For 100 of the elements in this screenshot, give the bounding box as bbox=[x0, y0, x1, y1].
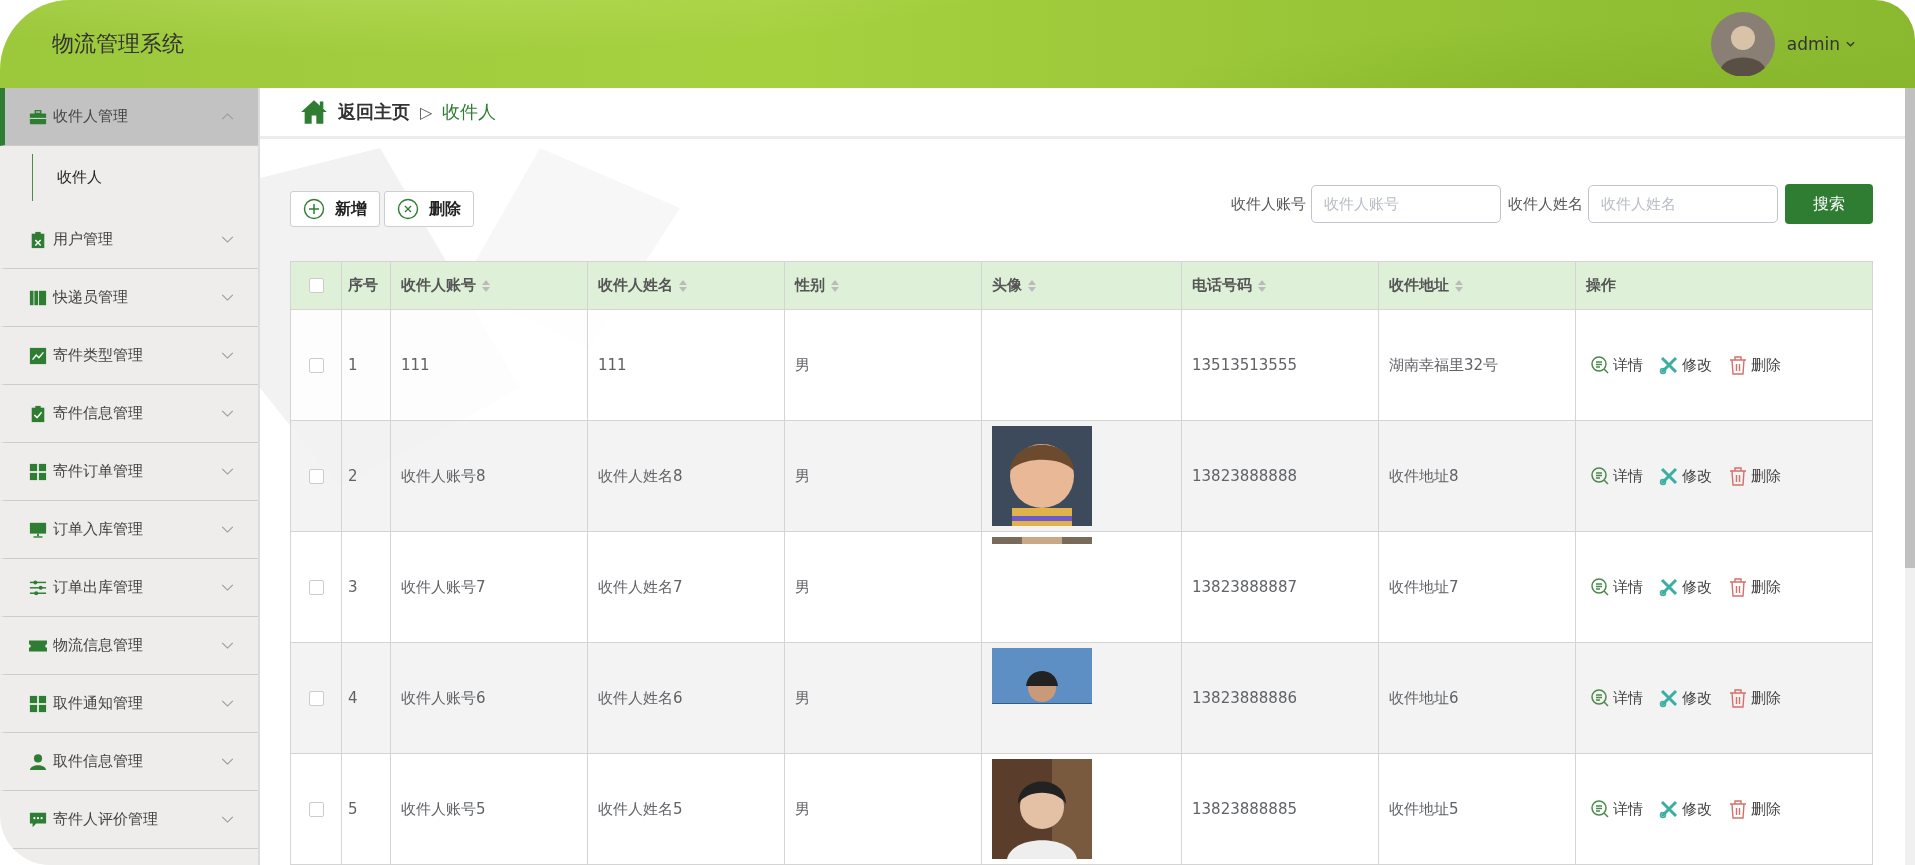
chevron-icon bbox=[221, 700, 234, 707]
home-link[interactable]: 返回主页 bbox=[338, 100, 410, 124]
sidebar-item[interactable]: 物流信息管理 bbox=[0, 617, 258, 675]
search-field[interactable]: 收件人账号 bbox=[1311, 185, 1501, 223]
home-icon[interactable] bbox=[300, 99, 328, 125]
chevron-icon bbox=[221, 468, 234, 475]
column-label: 收件人账号 bbox=[401, 276, 476, 295]
delete-link[interactable]: 删除 bbox=[1728, 466, 1781, 486]
plus-circle-icon bbox=[303, 198, 325, 220]
breadcrumb-separator: ▷ bbox=[420, 102, 433, 122]
sidebar-item[interactable]: 取件通知管理 bbox=[0, 675, 258, 733]
scrollbar[interactable] bbox=[1905, 88, 1915, 865]
sidebar-item[interactable]: 寄件人评价管理 bbox=[0, 791, 258, 849]
tools-icon bbox=[1659, 577, 1679, 597]
detail-link[interactable]: 详情 bbox=[1590, 688, 1643, 708]
table-row[interactable]: 5 收件人账号5 收件人姓名5 男 13823888885 收件地址5 详情 修改 删除 bbox=[291, 754, 1872, 865]
table-cell: 111 bbox=[391, 310, 588, 420]
edit-link[interactable]: 修改 bbox=[1659, 799, 1712, 819]
row-checkbox[interactable] bbox=[308, 690, 324, 706]
trash-icon bbox=[1728, 688, 1748, 708]
sidebar-item[interactable]: 快递员管理 bbox=[0, 269, 258, 327]
tools-icon bbox=[1659, 466, 1679, 486]
sort-icon[interactable] bbox=[482, 279, 490, 292]
tools-icon bbox=[1659, 799, 1679, 819]
sidebar-item[interactable]: 订单出库管理 bbox=[0, 559, 258, 617]
select-all-checkbox[interactable] bbox=[308, 278, 324, 293]
table-row[interactable]: 1 111 111 男 13513513555 湖南幸福里32号 详情 修改 删除 bbox=[291, 310, 1872, 421]
edit-link[interactable]: 修改 bbox=[1659, 355, 1712, 375]
detail-link[interactable]: 详情 bbox=[1590, 466, 1643, 486]
chevron-icon bbox=[221, 816, 234, 823]
edit-link[interactable]: 修改 bbox=[1659, 688, 1712, 708]
person-icon bbox=[29, 752, 47, 771]
delete-link[interactable]: 删除 bbox=[1728, 688, 1781, 708]
table-cell: 收件人姓名6 bbox=[588, 643, 785, 753]
chevron-icon bbox=[221, 642, 234, 649]
table-cell: 收件地址5 bbox=[1379, 754, 1576, 864]
row-checkbox[interactable] bbox=[308, 801, 324, 817]
sidebar-subitem[interactable]: 收件人 bbox=[32, 154, 258, 201]
sort-icon[interactable] bbox=[1028, 279, 1036, 292]
sidebar-item[interactable]: 寄件信息管理 bbox=[0, 385, 258, 443]
delete-link[interactable]: 删除 bbox=[1728, 355, 1781, 375]
user-menu[interactable]: admin bbox=[1786, 34, 1855, 54]
sort-icon[interactable] bbox=[1455, 279, 1463, 292]
sidebar-item[interactable]: 用户管理 bbox=[0, 211, 258, 269]
column-label: 收件地址 bbox=[1389, 276, 1449, 295]
table-cell: 湖南幸福里32号 bbox=[1379, 310, 1576, 420]
table-row[interactable]: 2 收件人账号8 收件人姓名8 男 13823888888 收件地址8 详情 修改 删除 bbox=[291, 421, 1872, 532]
chevron-icon bbox=[221, 294, 234, 301]
search-button[interactable]: 搜索 bbox=[1785, 184, 1873, 224]
table-cell: 13823888888 bbox=[1182, 421, 1379, 531]
chevron-icon bbox=[221, 526, 234, 533]
monitor-icon bbox=[29, 520, 47, 539]
sidebar-item[interactable]: 取件信息管理 bbox=[0, 733, 258, 791]
caret-icon bbox=[1846, 41, 1855, 47]
delete-link[interactable]: 删除 bbox=[1728, 799, 1781, 819]
row-checkbox[interactable] bbox=[308, 468, 324, 484]
delete-button[interactable]: 删除 bbox=[384, 191, 474, 227]
trash-icon bbox=[1728, 355, 1748, 375]
table-cell: 收件地址7 bbox=[1379, 532, 1576, 642]
clipboard-x-icon bbox=[29, 230, 47, 249]
table-cell: 男 bbox=[785, 421, 982, 531]
detail-link[interactable]: 详情 bbox=[1590, 577, 1643, 597]
row-checkbox[interactable] bbox=[308, 579, 324, 595]
table-cell: 13823888887 bbox=[1182, 532, 1379, 642]
chevron-icon bbox=[221, 410, 234, 417]
sort-icon[interactable] bbox=[1258, 279, 1266, 292]
edit-link[interactable]: 修改 bbox=[1659, 466, 1712, 486]
table-row[interactable]: 4 收件人账号6 收件人姓名6 男 13823888886 收件地址6 详情 修改 删除 bbox=[291, 643, 1872, 754]
sidebar-item[interactable]: 寄件订单管理 bbox=[0, 443, 258, 501]
table-cell: 收件地址6 bbox=[1379, 643, 1576, 753]
table-cell: 收件人姓名8 bbox=[588, 421, 785, 531]
magnifier-icon bbox=[1590, 799, 1610, 819]
row-checkbox[interactable] bbox=[308, 357, 324, 373]
table-cell: 男 bbox=[785, 643, 982, 753]
sidebar-item[interactable]: 订单入库管理 bbox=[0, 501, 258, 559]
sidebar-item[interactable]: 收件人管理 bbox=[0, 88, 258, 146]
column-label: 收件人姓名 bbox=[598, 276, 673, 295]
table-cell: 2 bbox=[342, 421, 391, 531]
filter-label: 收件人账号 bbox=[1231, 194, 1306, 214]
briefcase-icon bbox=[29, 107, 47, 126]
sidebar-item[interactable]: 寄件类型管理 bbox=[0, 327, 258, 385]
trash-icon bbox=[1728, 799, 1748, 819]
column-label: 头像 bbox=[992, 276, 1022, 295]
sort-icon[interactable] bbox=[831, 279, 839, 292]
column-label: 性别 bbox=[795, 276, 825, 295]
edit-link[interactable]: 修改 bbox=[1659, 577, 1712, 597]
trash-icon bbox=[1728, 466, 1748, 486]
table-row[interactable]: 3 收件人账号7 收件人姓名7 男 13823888887 收件地址7 详情 修改 删除 bbox=[291, 532, 1872, 643]
table-cell: 收件人账号7 bbox=[391, 532, 588, 642]
scrollbar-thumb[interactable] bbox=[1905, 88, 1915, 568]
table-cell: 5 bbox=[342, 754, 391, 864]
tools-icon bbox=[1659, 355, 1679, 375]
search-field[interactable]: 收件人姓名 bbox=[1588, 185, 1778, 223]
add-button[interactable]: 新增 bbox=[290, 191, 380, 227]
grid-icon bbox=[29, 462, 47, 481]
delete-link[interactable]: 删除 bbox=[1728, 577, 1781, 597]
user-avatar-icon[interactable] bbox=[1710, 12, 1775, 76]
table-cell: 13513513555 bbox=[1182, 310, 1379, 420]
detail-link[interactable]: 详情 bbox=[1590, 799, 1643, 819]
detail-link[interactable]: 详情 bbox=[1590, 355, 1643, 375]
